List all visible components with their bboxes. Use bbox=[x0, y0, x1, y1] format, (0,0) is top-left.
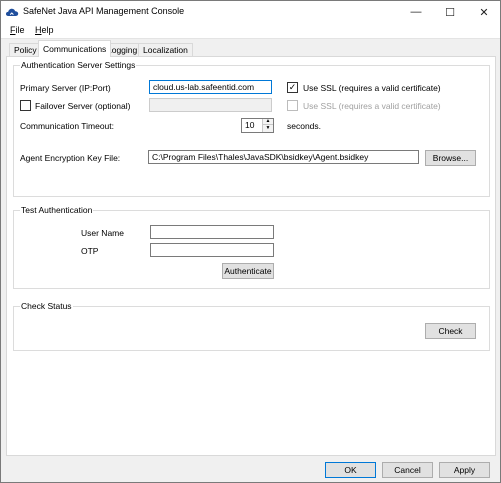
menu-help-label: elp bbox=[41, 25, 54, 35]
tab-communications[interactable]: Communications bbox=[38, 40, 112, 57]
failover-server-checkbox[interactable] bbox=[20, 100, 31, 111]
menu-bar: File Help bbox=[1, 23, 500, 39]
otp-label: OTP bbox=[81, 246, 99, 256]
window-title: SafeNet Java API Management Console bbox=[23, 6, 185, 16]
primary-server-input[interactable]: cloud.us-lab.safeentid.com bbox=[149, 80, 272, 94]
browse-button[interactable]: Browse... bbox=[425, 150, 476, 166]
failover-use-ssl-label: Use SSL (requires a valid certificate) bbox=[303, 101, 441, 111]
key-file-input[interactable]: C:\Program Files\Thales\JavaSDK\bsidkey\… bbox=[148, 150, 419, 164]
minimize-button[interactable]: — bbox=[399, 1, 433, 23]
check-status-group-title: Check Status bbox=[20, 301, 73, 311]
checkmark-icon: ✓ bbox=[288, 82, 297, 92]
apply-button[interactable]: Apply bbox=[439, 462, 490, 478]
use-ssl-label: Use SSL (requires a valid certificate) bbox=[303, 83, 441, 93]
close-icon: ✕ bbox=[479, 6, 489, 19]
failover-server-label: Failover Server (optional) bbox=[35, 101, 131, 111]
timeout-label: Communication Timeout: bbox=[20, 121, 115, 131]
tab-strip: Policy Communications Logging Localizati… bbox=[1, 40, 500, 57]
ok-button[interactable]: OK bbox=[325, 462, 376, 478]
communications-panel: Authentication Server Settings Primary S… bbox=[6, 56, 496, 456]
maximize-button[interactable]: ☐ bbox=[433, 1, 467, 23]
authenticate-button[interactable]: Authenticate bbox=[222, 263, 274, 279]
title-bar: SafeNet Java API Management Console — ☐ … bbox=[1, 1, 500, 23]
timeout-value: 10 bbox=[245, 120, 255, 130]
use-ssl-checkbox[interactable]: ✓ bbox=[287, 82, 298, 93]
failover-use-ssl-checkbox[interactable] bbox=[287, 100, 298, 111]
primary-server-label: Primary Server (IP:Port) bbox=[20, 83, 111, 93]
auth-server-group: Authentication Server Settings Primary S… bbox=[13, 60, 490, 197]
cancel-button[interactable]: Cancel bbox=[382, 462, 433, 478]
timeout-unit-label: seconds. bbox=[287, 121, 322, 131]
username-input[interactable] bbox=[150, 225, 274, 239]
menu-file[interactable]: File bbox=[10, 25, 25, 35]
tab-policy[interactable]: Policy bbox=[9, 43, 42, 57]
maximize-icon: ☐ bbox=[445, 6, 455, 19]
close-button[interactable]: ✕ bbox=[467, 1, 501, 23]
failover-server-input[interactable] bbox=[149, 98, 272, 112]
check-status-group: Check Status Check bbox=[13, 301, 490, 351]
otp-input[interactable] bbox=[150, 243, 274, 257]
spin-down-icon[interactable]: ▼ bbox=[263, 125, 273, 131]
key-file-label: Agent Encryption Key File: bbox=[20, 153, 121, 163]
main-window: SafeNet Java API Management Console — ☐ … bbox=[0, 0, 501, 483]
username-label: User Name bbox=[81, 228, 124, 238]
dialog-button-bar: OK Cancel Apply bbox=[1, 457, 500, 482]
timeout-stepper[interactable]: 10 ▲ ▼ bbox=[241, 118, 274, 133]
tab-localization[interactable]: Localization bbox=[138, 43, 193, 57]
test-auth-group-title: Test Authentication bbox=[20, 205, 94, 215]
check-button[interactable]: Check bbox=[425, 323, 476, 339]
menu-help[interactable]: Help bbox=[35, 25, 54, 35]
menu-file-label: ile bbox=[15, 25, 25, 35]
timeout-stepper-buttons: ▲ ▼ bbox=[262, 119, 273, 132]
cloud-icon bbox=[5, 8, 19, 16]
minimize-icon: — bbox=[410, 6, 422, 18]
auth-server-group-title: Authentication Server Settings bbox=[20, 60, 137, 70]
test-auth-group: Test Authentication User Name OTP Authen… bbox=[13, 205, 490, 289]
